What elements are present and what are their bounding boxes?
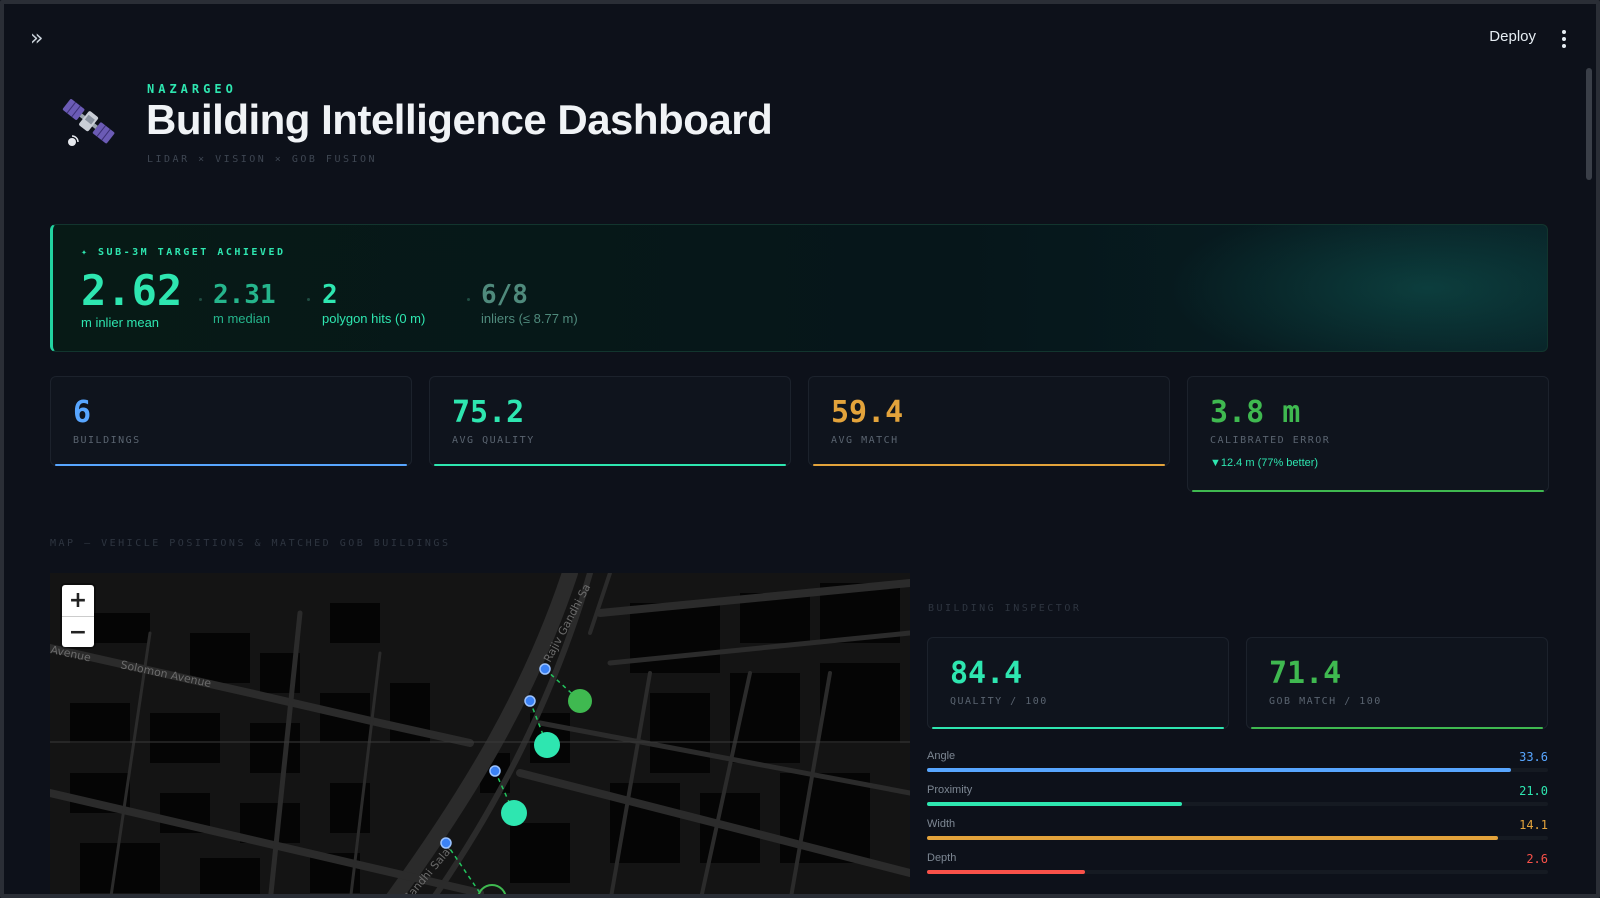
vehicle-position-marker[interactable] <box>489 765 501 777</box>
banner-stat-label: m median <box>213 311 271 326</box>
vehicle-position-marker[interactable] <box>524 695 536 707</box>
improvement-delta: ▼12.4 m (77% better) <box>1210 457 1319 469</box>
metric-fill <box>927 836 1499 840</box>
separator-dot <box>467 298 470 301</box>
map-view[interactable]: Avenue Solomon Avenue Rajiv Gandhi Sa Ga… <box>50 573 910 898</box>
gob-match-accent-bar <box>1251 727 1543 729</box>
stat-value: 59.4 <box>831 395 904 430</box>
banner-stat-value: 6/8 <box>481 280 528 310</box>
inspector-label: BUILDING INSPECTOR <box>928 603 1082 614</box>
stat-value: 3.8 m <box>1210 395 1301 430</box>
vehicle-position-marker[interactable] <box>440 837 452 849</box>
stat-card-avg-quality: 75.2 AVG QUALITY <box>429 376 791 466</box>
matched-building-marker[interactable] <box>501 800 527 826</box>
banner-stat-value: 2.31 <box>213 280 276 310</box>
deploy-button[interactable]: Deploy <box>1489 28 1536 45</box>
gob-match-label: GOB MATCH / 100 <box>1269 696 1382 707</box>
quality-value: 84.4 <box>950 656 1023 691</box>
map-canvas[interactable]: Avenue Solomon Avenue Rajiv Gandhi Sa Ga… <box>50 573 910 898</box>
metric-value: 2.6 <box>1526 852 1548 866</box>
gob-match-card: 71.4 GOB MATCH / 100 <box>1246 637 1548 729</box>
stat-accent-bar <box>434 464 786 466</box>
metric-value: 14.1 <box>1519 818 1548 832</box>
stat-card-buildings: 6 BUILDINGS <box>50 376 412 466</box>
metric-name: Proximity <box>927 784 973 796</box>
stat-accent-bar <box>55 464 407 466</box>
metric-row-width: Width 14.1 <box>927 818 1548 848</box>
banner-stat-label: inliers (≤ 8.77 m) <box>481 311 578 326</box>
stat-card-avg-match: 59.4 AVG MATCH <box>808 376 1170 466</box>
metric-name: Width <box>927 818 956 830</box>
metric-fill <box>927 802 1182 806</box>
metric-name: Depth <box>927 852 957 864</box>
double-chevron-right-icon[interactable]: » <box>30 28 54 52</box>
vehicle-position-marker[interactable] <box>539 663 551 675</box>
stat-label: AVG QUALITY <box>452 435 535 446</box>
separator-dot <box>199 298 202 301</box>
quality-accent-bar <box>932 727 1224 729</box>
zoom-out-button[interactable]: − <box>62 616 94 647</box>
scrollbar[interactable] <box>1586 68 1592 180</box>
stat-accent-bar <box>1192 490 1544 492</box>
quality-card: 84.4 QUALITY / 100 <box>927 637 1229 729</box>
vertical-dots-icon[interactable] <box>1560 30 1568 50</box>
separator-dot <box>307 298 310 301</box>
target-banner: ✦ SUB-3M TARGET ACHIEVED 2.62 m inlier m… <box>50 224 1548 352</box>
matched-building-marker[interactable] <box>568 689 592 713</box>
target-achieved-badge: ✦ SUB-3M TARGET ACHIEVED <box>81 247 286 258</box>
zoom-in-button[interactable]: + <box>62 585 94 616</box>
gob-match-value: 71.4 <box>1269 656 1342 691</box>
matched-building-marker[interactable] <box>534 732 560 758</box>
metric-track <box>927 768 1548 772</box>
metric-fill <box>927 870 1086 874</box>
banner-stat-inliers: 6/8 inliers (≤ 8.77 m) <box>481 281 578 326</box>
stat-label: AVG MATCH <box>831 435 899 446</box>
metric-track <box>927 870 1548 874</box>
brand-name: NAZARGEO <box>147 82 237 96</box>
app-window: » Deploy NAZARGEO Building Intelligence … <box>0 0 1600 898</box>
metric-track <box>927 802 1548 806</box>
metric-fill <box>927 768 1511 772</box>
metric-row-depth: Depth 2.6 <box>927 852 1548 882</box>
banner-stat-polygon-hits: 2 polygon hits (0 m) <box>322 281 425 326</box>
banner-stat-label: polygon hits (0 m) <box>322 311 426 326</box>
page-subtitle: LIDAR × VISION × GOB FUSION <box>147 154 378 165</box>
map-section-label: MAP — VEHICLE POSITIONS & MATCHED GOB BU… <box>50 538 451 549</box>
banner-stat-label: m inlier mean <box>81 315 160 330</box>
satellite-icon <box>62 99 115 146</box>
banner-stat-value: 2 <box>322 280 338 310</box>
stat-accent-bar <box>813 464 1165 466</box>
stat-card-calibrated-error: 3.8 m CALIBRATED ERROR ▼12.4 m (77% bett… <box>1187 376 1549 492</box>
metric-track <box>927 836 1548 840</box>
page-title: Building Intelligence Dashboard <box>146 96 773 143</box>
metric-value: 21.0 <box>1519 784 1548 798</box>
metric-row-proximity: Proximity 21.0 <box>927 784 1548 814</box>
stat-value: 6 <box>73 395 92 430</box>
banner-stat-inlier-mean: 2.62 m inlier mean <box>81 266 183 331</box>
metric-row-angle: Angle 33.6 <box>927 750 1548 780</box>
banner-stat-median: 2.31 m median <box>213 281 276 326</box>
stat-value: 75.2 <box>452 395 525 430</box>
metric-value: 33.6 <box>1519 750 1548 764</box>
stat-label: CALIBRATED ERROR <box>1210 435 1331 446</box>
metric-name: Angle <box>927 750 956 762</box>
zoom-control: + − <box>62 585 94 647</box>
quality-label: QUALITY / 100 <box>950 696 1048 707</box>
banner-stat-value: 2.62 <box>81 266 183 315</box>
stat-label: BUILDINGS <box>73 435 141 446</box>
